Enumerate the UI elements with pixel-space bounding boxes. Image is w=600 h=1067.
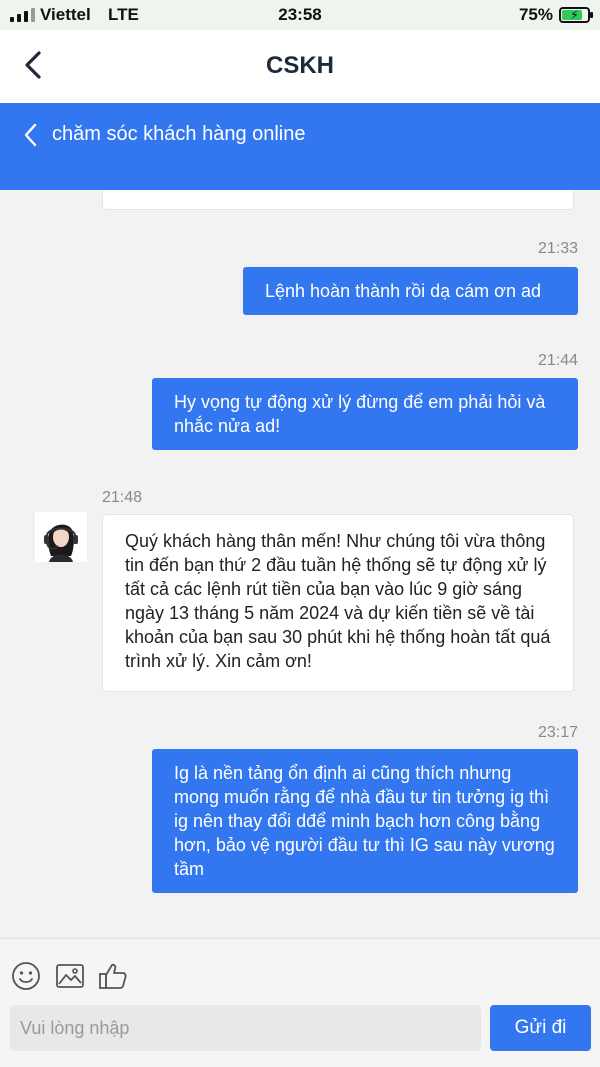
- smiley-icon: [12, 962, 40, 990]
- image-button[interactable]: [55, 961, 85, 991]
- header-back-button[interactable]: [20, 121, 42, 149]
- incoming-message: Quý khách hàng thân mến! Như chúng tôi v…: [102, 514, 574, 692]
- charging-bolt-icon: ⚡: [570, 8, 579, 22]
- top-nav: CSKH: [0, 30, 600, 103]
- message-time: 21:44: [537, 352, 578, 369]
- message-toolbar: Gửi đi: [0, 938, 600, 1067]
- thumbs-up-icon: [99, 963, 127, 989]
- battery-icon: ⚡: [559, 7, 593, 23]
- chevron-left-icon: [25, 51, 41, 79]
- agent-avatar-icon: [35, 512, 87, 562]
- chat-header-title: chăm sóc khách hàng online: [52, 123, 306, 145]
- network-type: LTE: [108, 5, 139, 24]
- message-time: 21:33: [537, 240, 578, 257]
- emoji-button[interactable]: [11, 961, 41, 991]
- carrier-name: Viettel: [40, 5, 91, 24]
- back-button[interactable]: [18, 48, 52, 82]
- agent-avatar: [35, 512, 87, 562]
- chevron-left-icon: [24, 123, 37, 147]
- outgoing-message: Ig là nền tảng ổn định ai cũng thích như…: [152, 749, 578, 893]
- outgoing-message: Lệnh hoàn thành rồi dạ cám ơn ad: [243, 267, 578, 315]
- signal-strength-icon: [10, 8, 35, 22]
- send-button[interactable]: Gửi đi: [490, 1005, 591, 1051]
- outgoing-message: Hy vọng tự động xử lý đừng để em phải hỏ…: [152, 378, 578, 450]
- chat-header: chăm sóc khách hàng online: [0, 103, 600, 190]
- chat-area[interactable]: 21:33 Lệnh hoàn thành rồi dạ cám ơn ad 2…: [0, 190, 600, 938]
- battery-percent: 75%: [518, 5, 553, 24]
- previous-message-bubble: [102, 190, 574, 210]
- status-bar: Viettel LTE 23:58 75% ⚡: [0, 0, 600, 30]
- message-time: 23:17: [537, 724, 578, 741]
- message-input[interactable]: [10, 1005, 481, 1051]
- image-icon: [56, 964, 84, 988]
- page-title: CSKH: [265, 52, 334, 79]
- like-button[interactable]: [98, 961, 128, 991]
- message-time: 21:48: [102, 489, 143, 506]
